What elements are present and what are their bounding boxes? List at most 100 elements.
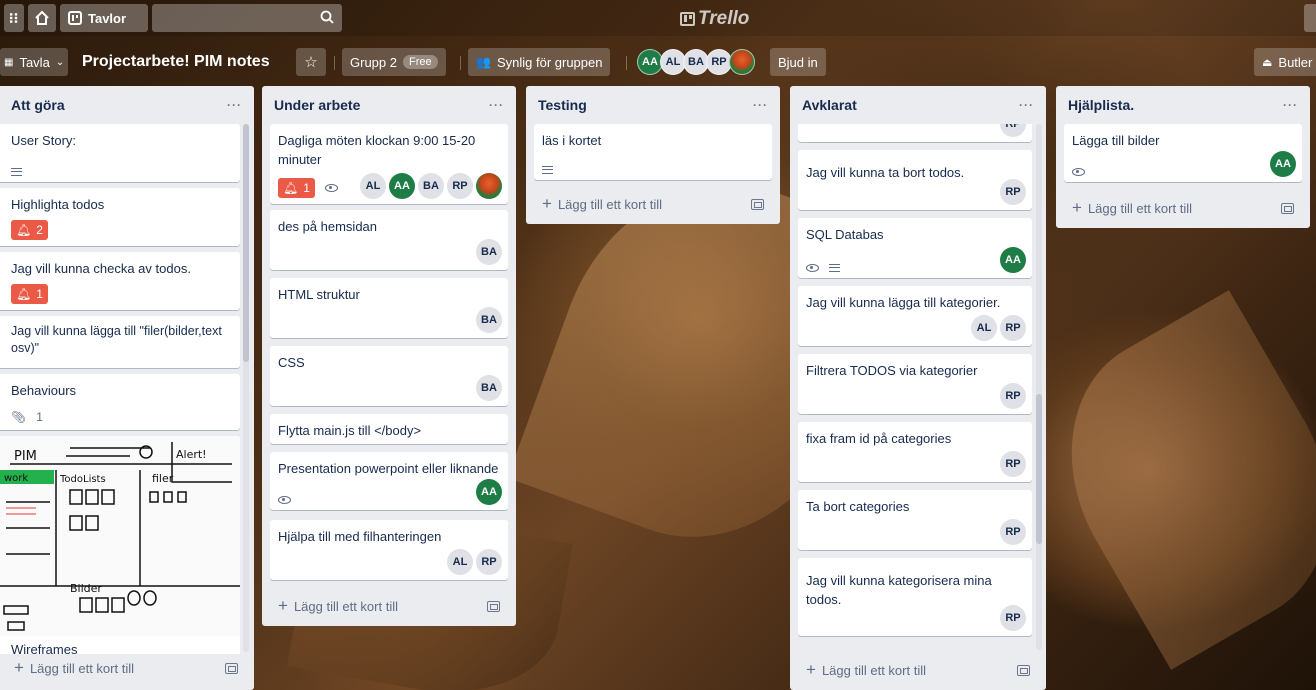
board-title[interactable]: Projectarbete! PIM notes xyxy=(74,48,278,76)
list-item[interactable]: PIM Alert! work TodoLists filer Bilder W… xyxy=(0,436,240,654)
add-card-button[interactable]: + Lägg till ett kort till xyxy=(1064,192,1302,224)
list-item[interactable]: Jag vill kunna lägga till kategorier. AL… xyxy=(798,286,1032,346)
card-container: Lägga till bilder AA xyxy=(1056,124,1310,188)
home-button[interactable] xyxy=(28,4,56,32)
list-item[interactable]: SQL Databas AA xyxy=(798,218,1032,278)
list-item[interactable]: läs i kortet xyxy=(534,124,772,180)
list-item[interactable]: Ta bort categories RP xyxy=(798,490,1032,550)
list-title[interactable]: Hjälplista. xyxy=(1068,97,1134,113)
card-title: CSS xyxy=(278,355,305,370)
list-item[interactable]: des på hemsidan BA xyxy=(270,210,508,270)
list-item[interactable]: CSS BA xyxy=(270,346,508,406)
list-item[interactable]: Hjälpa till med filhanteringen AL RP xyxy=(270,520,508,580)
list-item[interactable]: RP xyxy=(798,124,1032,142)
app-switcher-button[interactable] xyxy=(4,4,24,32)
list-item[interactable]: Highlighta todos 🔔︎ 2 xyxy=(0,188,240,246)
star-button[interactable]: ☆ xyxy=(296,48,326,76)
topbar-right-button[interactable] xyxy=(1304,4,1316,32)
avatar[interactable]: RP xyxy=(447,173,473,199)
list-item[interactable]: Flytta main.js till </body> xyxy=(270,414,508,444)
list-header[interactable]: Att göra ··· xyxy=(0,86,254,124)
card-members: AA xyxy=(1000,247,1026,273)
invite-button[interactable]: Bjud in xyxy=(770,48,826,76)
list-title[interactable]: Under arbete xyxy=(274,97,360,113)
list-header[interactable]: Hjälplista. ··· xyxy=(1056,86,1310,124)
wireframe-text: TodoLists xyxy=(59,474,106,485)
list-item[interactable]: User Story: xyxy=(0,124,240,182)
add-card-button[interactable]: + Lägg till ett kort till xyxy=(6,652,246,684)
avatar[interactable]: RP xyxy=(1000,179,1026,205)
list-item[interactable]: Jag vill kunna checka av todos. 🔔︎ 1 xyxy=(0,252,240,310)
card-template-icon[interactable] xyxy=(1281,202,1294,214)
card-template-icon[interactable] xyxy=(751,198,764,210)
list-item[interactable]: Filtrera TODOS via kategorier RP xyxy=(798,354,1032,414)
card-template-icon[interactable] xyxy=(225,662,238,674)
list-title[interactable]: Testing xyxy=(538,97,587,113)
trello-logo-icon xyxy=(680,12,695,26)
avatar[interactable]: AL xyxy=(971,315,997,341)
avatar[interactable]: RP xyxy=(1000,315,1026,341)
avatar[interactable]: AA xyxy=(476,479,502,505)
board-menu-label: Tavla xyxy=(19,54,50,70)
avatar[interactable]: RP xyxy=(476,549,502,575)
avatar[interactable]: RP xyxy=(1000,519,1026,545)
list-avklarat[interactable]: Avklarat ··· RP Jag vill kunna ta bort t… xyxy=(790,86,1046,690)
list-item[interactable]: Behaviours 📎︎ 1 xyxy=(0,374,240,430)
avatar[interactable]: RP xyxy=(1000,451,1026,477)
search-input[interactable] xyxy=(152,4,343,32)
avatar-image[interactable] xyxy=(476,173,502,199)
list-item[interactable]: fixa fram id på categories RP xyxy=(798,422,1032,482)
list-att-gora[interactable]: Att göra ··· User Story: Highlighta todo… xyxy=(0,86,254,690)
bell-icon: 🔔︎ xyxy=(283,181,299,195)
add-card-button[interactable]: + Lägg till ett kort till xyxy=(798,654,1038,686)
more-icon[interactable]: ··· xyxy=(227,98,242,112)
card-template-icon[interactable] xyxy=(487,600,500,612)
list-scrollbar-thumb[interactable] xyxy=(243,124,249,362)
list-item[interactable]: Jag vill kunna ta bort todos. RP xyxy=(798,150,1032,210)
trello-logo[interactable]: Trello xyxy=(680,8,749,30)
avatar[interactable]: AL xyxy=(447,549,473,575)
add-card-button[interactable]: + Lägg till ett kort till xyxy=(534,188,772,220)
avatar[interactable]: RP xyxy=(1000,124,1026,137)
list-testing[interactable]: Testing ··· läs i kortet + Lägg till ett … xyxy=(526,86,780,224)
list-item[interactable]: Presentation powerpoint eller liknande A… xyxy=(270,452,508,510)
more-icon[interactable]: ··· xyxy=(1019,98,1034,112)
boards-button[interactable]: Tavlor xyxy=(60,4,149,32)
card-members: AA xyxy=(476,479,502,505)
list-scrollbar[interactable] xyxy=(1036,124,1042,650)
avatar[interactable]: AA xyxy=(1000,247,1026,273)
list-header[interactable]: Testing ··· xyxy=(526,86,780,124)
butler-button[interactable]: ⏏ Butler xyxy=(1254,48,1316,76)
visibility-button[interactable]: 👥 Synlig för gruppen xyxy=(468,48,611,76)
list-item[interactable]: HTML struktur BA xyxy=(270,278,508,338)
add-card-button[interactable]: + Lägg till ett kort till xyxy=(270,590,508,622)
avatar[interactable]: BA xyxy=(476,307,502,333)
avatar[interactable]: AL xyxy=(360,173,386,199)
list-hjalplista[interactable]: Hjälplista. ··· Lägga till bilder AA + Lä… xyxy=(1056,86,1310,228)
list-header[interactable]: Under arbete ··· xyxy=(262,86,516,124)
card-title: Jag vill kunna kategorisera mina todos. xyxy=(806,573,992,607)
list-item[interactable]: Jag vill kunna kategorisera mina todos. … xyxy=(798,558,1032,636)
avatar[interactable]: BA xyxy=(476,375,502,401)
list-item[interactable]: Jag vill kunna lägga till "filer(bilder,… xyxy=(0,316,240,368)
more-icon[interactable]: ··· xyxy=(489,98,504,112)
list-title[interactable]: Att göra xyxy=(11,97,65,113)
list-title[interactable]: Avklarat xyxy=(802,97,857,113)
card-template-icon[interactable] xyxy=(1017,664,1030,676)
avatar[interactable]: AA xyxy=(1270,151,1296,177)
list-item[interactable]: Lägga till bilder AA xyxy=(1064,124,1302,182)
avatar[interactable]: RP xyxy=(1000,383,1026,409)
board-menu-button[interactable]: ▦ Tavla ⌄ xyxy=(0,48,68,76)
more-icon[interactable]: ··· xyxy=(1283,98,1298,112)
list-header[interactable]: Avklarat ··· xyxy=(790,86,1046,124)
avatar-image[interactable] xyxy=(729,49,755,75)
list-scrollbar-thumb[interactable] xyxy=(1036,394,1042,544)
avatar[interactable]: AA xyxy=(389,173,415,199)
avatar[interactable]: BA xyxy=(476,239,502,265)
list-under-arbete[interactable]: Under arbete ··· Dagliga möten klockan 9… xyxy=(262,86,516,626)
team-button[interactable]: Grupp 2 Free xyxy=(342,48,446,76)
more-icon[interactable]: ··· xyxy=(753,98,768,112)
avatar[interactable]: BA xyxy=(418,173,444,199)
list-item[interactable]: Dagliga möten klockan 9:00 15-20 minuter… xyxy=(270,124,508,204)
avatar[interactable]: RP xyxy=(1000,605,1026,631)
